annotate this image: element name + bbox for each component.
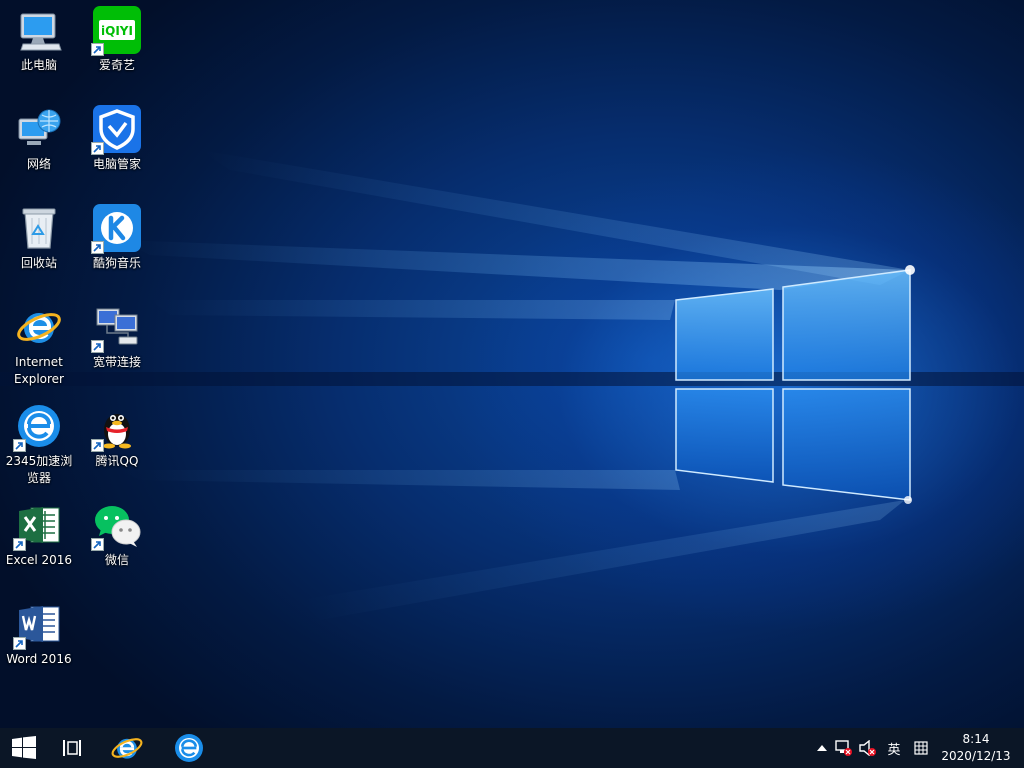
ime-mode-button[interactable]	[908, 728, 934, 768]
icon-label: 此电脑	[20, 58, 57, 72]
icon-label: 腾讯QQ	[95, 454, 139, 468]
icon-label: 酷狗音乐	[92, 256, 141, 270]
recycle-bin-icon	[22, 208, 56, 249]
start-button[interactable]	[0, 728, 48, 768]
icon-label: 宽带连接	[92, 355, 141, 369]
shortcut-arrow-icon	[13, 439, 26, 452]
shortcut-arrow-icon	[91, 439, 104, 452]
icon-label: 网络	[26, 157, 51, 171]
internet-explorer-icon	[17, 313, 61, 343]
windows-start-icon	[12, 736, 36, 759]
clock-time: 8:14	[962, 732, 990, 746]
taskbar-2345-browser[interactable]	[158, 728, 220, 768]
input-language-indicator[interactable]: 英	[880, 728, 908, 768]
speaker-muted-icon	[859, 740, 876, 756]
network-globe-icon	[18, 109, 61, 145]
clock-date: 2020/12/13	[941, 749, 1011, 763]
icon-label: 2345加速浏览器	[5, 454, 73, 485]
taskbar-internet-explorer[interactable]	[96, 728, 158, 768]
system-tray: 英 8:14 2020/12/13	[812, 728, 1024, 768]
desktop-icon-wechat[interactable]: 微信	[78, 495, 156, 587]
desktop-icon-excel-2016[interactable]: Excel 2016	[0, 495, 78, 587]
icon-label: 爱奇艺	[98, 58, 135, 72]
show-hidden-icons-button[interactable]	[812, 728, 832, 768]
icon-label: Internet Explorer	[14, 355, 64, 386]
svg-text:iQIYI: iQIYI	[101, 24, 133, 38]
volume-button[interactable]	[856, 728, 880, 768]
icon-label: 电脑管家	[92, 157, 141, 171]
taskbar: 英 8:14 2020/12/13	[0, 728, 1024, 768]
icon-label: Word 2016	[6, 652, 72, 666]
browser-2345-icon	[175, 734, 203, 762]
desktop: 此电脑 网络 回收站 Internet Explorer 2345加速浏览器 E…	[0, 0, 1024, 728]
network-status-button[interactable]	[832, 728, 856, 768]
shortcut-arrow-icon	[13, 637, 26, 650]
desktop-icon-2345-browser[interactable]: 2345加速浏览器	[0, 396, 78, 488]
shortcut-arrow-icon	[91, 340, 104, 353]
shortcut-arrow-icon	[91, 241, 104, 254]
shortcut-arrow-icon	[91, 538, 104, 551]
task-view-icon	[63, 740, 81, 756]
desktop-icon-this-pc[interactable]: 此电脑	[0, 0, 78, 92]
shortcut-arrow-icon	[13, 538, 26, 551]
desktop-icon-recycle-bin[interactable]: 回收站	[0, 198, 78, 290]
desktop-icon-kugou-music[interactable]: 酷狗音乐	[78, 198, 156, 290]
shortcut-arrow-icon	[91, 43, 104, 56]
desktop-icon-tencent-qq[interactable]: 腾讯QQ	[78, 396, 156, 488]
icon-label: Excel 2016	[5, 553, 73, 567]
desktop-icon-pc-manager[interactable]: 电脑管家	[78, 99, 156, 191]
task-view-button[interactable]	[48, 728, 96, 768]
internet-explorer-icon	[111, 738, 143, 759]
show-desktop-button[interactable]	[1018, 728, 1024, 768]
desktop-icon-iqiyi[interactable]: iQIYI 爱奇艺	[78, 0, 156, 92]
clock[interactable]: 8:14 2020/12/13	[934, 728, 1018, 768]
desktop-icon-broadband-connection[interactable]: 宽带连接	[78, 297, 156, 389]
shortcut-arrow-icon	[91, 142, 104, 155]
network-disconnected-icon	[835, 740, 852, 756]
icon-label: 微信	[104, 553, 129, 567]
desktop-icon-word-2016[interactable]: Word 2016	[0, 594, 78, 686]
computer-icon	[20, 13, 62, 51]
keyboard-grid-icon	[914, 741, 928, 755]
icon-label: 回收站	[20, 256, 57, 270]
chevron-up-icon	[817, 745, 827, 751]
desktop-icon-internet-explorer[interactable]: Internet Explorer	[0, 297, 78, 389]
desktop-icon-network[interactable]: 网络	[0, 99, 78, 191]
